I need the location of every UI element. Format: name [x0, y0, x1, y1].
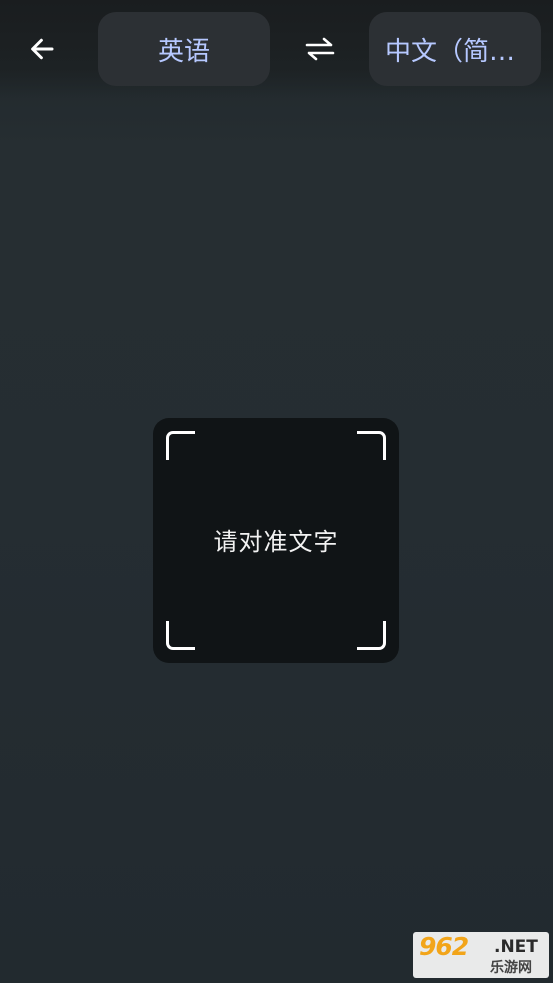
viewfinder-corner-bottom-left: [166, 621, 195, 650]
swap-arrows-icon: [305, 37, 335, 61]
target-language-label: 中文（简体）: [385, 36, 525, 67]
viewfinder-corner-top-right: [357, 431, 386, 460]
target-language-button[interactable]: 中文（简体）: [369, 12, 541, 86]
watermark-suffix: .NET: [494, 937, 538, 957]
camera-viewfinder: 请对准文字: [153, 418, 399, 663]
top-bar: 英语 中文（简体）: [0, 0, 553, 98]
swap-languages-button[interactable]: [297, 25, 343, 73]
translate-camera-screen: 英语 中文（简体） 请对准文字 962 .NET 乐游网: [0, 0, 553, 983]
source-language-button[interactable]: 英语: [98, 12, 270, 86]
viewfinder-corner-bottom-right: [357, 621, 386, 650]
back-button[interactable]: [18, 25, 66, 73]
arrow-left-icon: [31, 38, 54, 60]
watermark-number: 962: [419, 932, 469, 961]
watermark-site-name: 乐游网: [490, 960, 532, 976]
site-watermark-logo: 962 .NET 乐游网: [413, 932, 549, 978]
align-text-hint: 请对准文字: [213, 528, 339, 556]
source-language-label: 英语: [157, 36, 210, 67]
viewfinder-corner-top-left: [166, 431, 195, 460]
